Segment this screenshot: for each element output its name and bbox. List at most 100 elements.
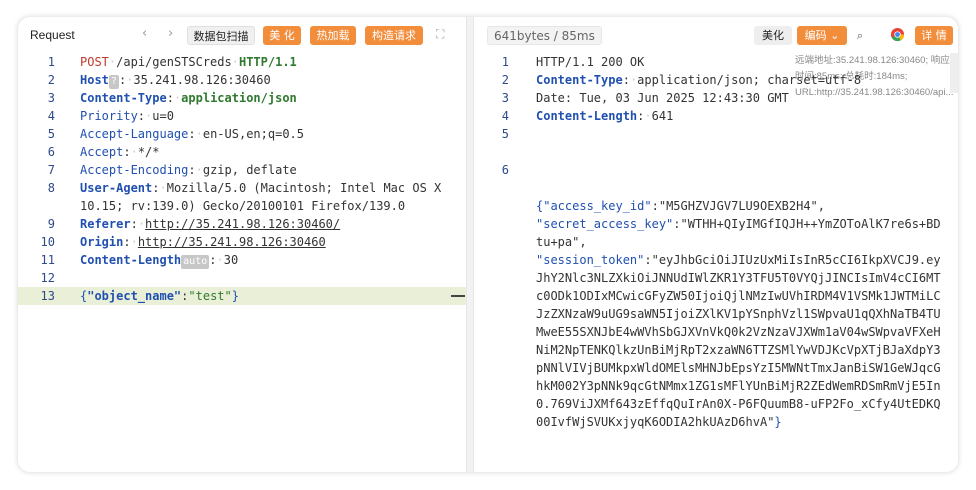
code-line: 4 Priority:·u=0	[18, 107, 466, 125]
line-number: 2	[47, 73, 55, 87]
line-number: 1	[47, 55, 55, 69]
encoding-label: 编码	[804, 29, 827, 42]
http-repeater-window: Request ‹ › 数据包扫描 美 化 热加载 构造请求 ⛶ 1 POST·/…	[18, 17, 958, 472]
code-line: 6 Accept:·*/*	[18, 143, 466, 161]
line-number: 6	[501, 163, 509, 177]
json-key: "object_name"	[87, 289, 182, 303]
code-line: 5	[474, 125, 958, 143]
header-value: application/json; charset=utf-8	[637, 73, 862, 87]
line-number: 4	[501, 109, 509, 123]
details-button[interactable]: 详 情	[915, 26, 953, 45]
json-key: "secret_access_key"	[536, 217, 674, 231]
header-key: Content-Length	[536, 109, 638, 123]
line-number: 11	[40, 253, 55, 267]
back-arrow-icon[interactable]: ‹	[142, 26, 147, 41]
line-number: 12	[40, 271, 55, 285]
request-pane: Request ‹ › 数据包扫描 美 化 热加载 构造请求 ⛶ 1 POST·/…	[18, 17, 466, 472]
header-value: */*	[137, 145, 160, 159]
code-line: 10.15; rv:139.0) Gecko/20100101 Firefox/…	[18, 197, 466, 215]
json-brace: }	[231, 289, 239, 303]
line-number: 4	[47, 109, 55, 123]
line-number: 2	[501, 73, 509, 87]
search-icon[interactable]: ⌕	[851, 26, 869, 45]
code-line: 11 Content-Length auto:·30	[18, 251, 466, 269]
hot-load-button[interactable]: 热加载	[310, 26, 356, 45]
header-value: en-US,en;q=0.5	[202, 127, 304, 141]
code-line: 12	[18, 269, 466, 287]
request-title: Request	[30, 28, 75, 42]
code-line: 5 Accept-Language:·en-US,en;q=0.5	[18, 125, 466, 143]
code-line: 3 Content-Type:·application/json	[18, 89, 466, 107]
http-protocol: HTTP/1.1	[238, 55, 297, 69]
response-editor[interactable]: 1 HTTP/1.1 200 OK 2 Content-Type:·applicat…	[474, 53, 958, 467]
line-number: 7	[47, 163, 55, 177]
header-key: Accept-Language	[80, 127, 189, 141]
packet-scan-button[interactable]: 数据包扫描	[187, 26, 255, 45]
code-line: 8 User-Agent:·Mozilla/5.0 (Macintosh; Int…	[18, 179, 466, 197]
header-value: Mozilla/5.0 (Macintosh; Intel Mac OS X	[166, 181, 442, 195]
pane-splitter[interactable]	[466, 17, 474, 472]
code-line: 4 Content-Length:·641	[474, 107, 958, 125]
header-value-wrap: 10.15; rv:139.0) Gecko/20100101 Firefox/…	[80, 199, 406, 213]
line-number: 1	[501, 55, 509, 69]
build-request-button[interactable]: 构造请求	[365, 26, 423, 45]
header-key: Referer	[80, 217, 131, 231]
chevron-down-icon: ⌄	[830, 29, 840, 42]
code-line: 2 Host?:·35.241.98.126:30460	[18, 71, 466, 89]
header-value: application/json	[181, 91, 297, 105]
host-badge[interactable]: ?	[108, 75, 119, 89]
code-line: 1 POST·/api/genSTSCreds·HTTP/1.1	[18, 53, 466, 71]
code-line: 10 Origin:·http://35.241.98.126:30460	[18, 233, 466, 251]
forward-arrow-icon[interactable]: ›	[168, 26, 173, 41]
line-number: 3	[501, 91, 509, 105]
json-brace: }	[774, 415, 782, 429]
header-value: 35.241.98.126:30460	[133, 73, 271, 87]
code-line: 2 Content-Type:·application/json; charset…	[474, 71, 958, 89]
line-number: 10	[40, 235, 55, 249]
referer-link[interactable]: http://35.241.98.126:30460/	[145, 217, 340, 231]
json-key: "access_key_id"	[543, 199, 652, 213]
response-beautify-button[interactable]: 美化	[754, 26, 792, 45]
header-key: Accept	[80, 145, 124, 159]
line-number: 13	[40, 289, 55, 303]
line-number: 3	[47, 91, 55, 105]
request-path: /api/genSTSCreds	[116, 55, 232, 69]
beautify-button[interactable]: 美 化	[263, 26, 301, 45]
chrome-icon[interactable]	[889, 27, 905, 46]
json-value: "eyJhbGciOiJIUzUxMiIsInR5cCI6IkpXVCJ9.ey…	[536, 253, 941, 429]
response-size-time: 641bytes / 85ms	[487, 26, 602, 45]
line-number: 6	[47, 145, 55, 159]
origin-link[interactable]: http://35.241.98.126:30460	[138, 235, 326, 249]
json-value: "M5GHZVJGV7LU9OEXB2H4"	[658, 199, 818, 213]
line-number: 5	[47, 127, 55, 141]
header-value: 30	[223, 253, 239, 267]
header-key: Priority	[80, 109, 138, 123]
header-key: Content-Type	[80, 91, 167, 105]
header-key: Origin	[80, 235, 124, 249]
json-key: "session_token"	[536, 253, 645, 267]
code-line: 9 Referer:·http://35.241.98.126:30460/	[18, 215, 466, 233]
line-number: 9	[47, 217, 55, 231]
response-pane: 641bytes / 85ms 美化 编码 ⌄ ⌕ 详 情 远端地址:35.24…	[474, 17, 958, 472]
expand-icon[interactable]: ⛶	[436, 27, 444, 42]
encoding-dropdown[interactable]: 编码 ⌄	[797, 26, 847, 45]
header-value: 641	[651, 109, 674, 123]
json-body: {"access_key_id":"M5GHZVJGV7LU9OEXB2H4",…	[536, 199, 941, 429]
code-line: 7 Accept-Encoding:·gzip, deflate	[18, 161, 466, 179]
auto-badge[interactable]: auto	[181, 255, 210, 269]
code-line-active: 13 {"object_name":"test"}	[18, 287, 466, 305]
header-key: Host	[80, 73, 109, 87]
request-editor[interactable]: 1 POST·/api/genSTSCreds·HTTP/1.1 2 Host?:·…	[18, 53, 466, 305]
code-line: 3 Date: Tue, 03 Jun 2025 12:43:30 GMT	[474, 89, 958, 107]
header-key: Content-Type	[536, 73, 623, 87]
text-cursor	[451, 295, 465, 297]
header-value: gzip, deflate	[202, 163, 297, 177]
http-method: POST	[80, 55, 109, 69]
header-value: u=0	[152, 109, 174, 123]
json-value: "test"	[188, 289, 232, 303]
line-number: 5	[501, 127, 509, 141]
json-body-line: 6 {"access_key_id":"M5GHZVJGV7LU9OEXB2H4…	[474, 143, 958, 467]
date-header: Date: Tue, 03 Jun 2025 12:43:30 GMT	[536, 91, 789, 105]
line-number: 8	[47, 181, 55, 195]
header-key: Accept-Encoding	[80, 163, 189, 177]
